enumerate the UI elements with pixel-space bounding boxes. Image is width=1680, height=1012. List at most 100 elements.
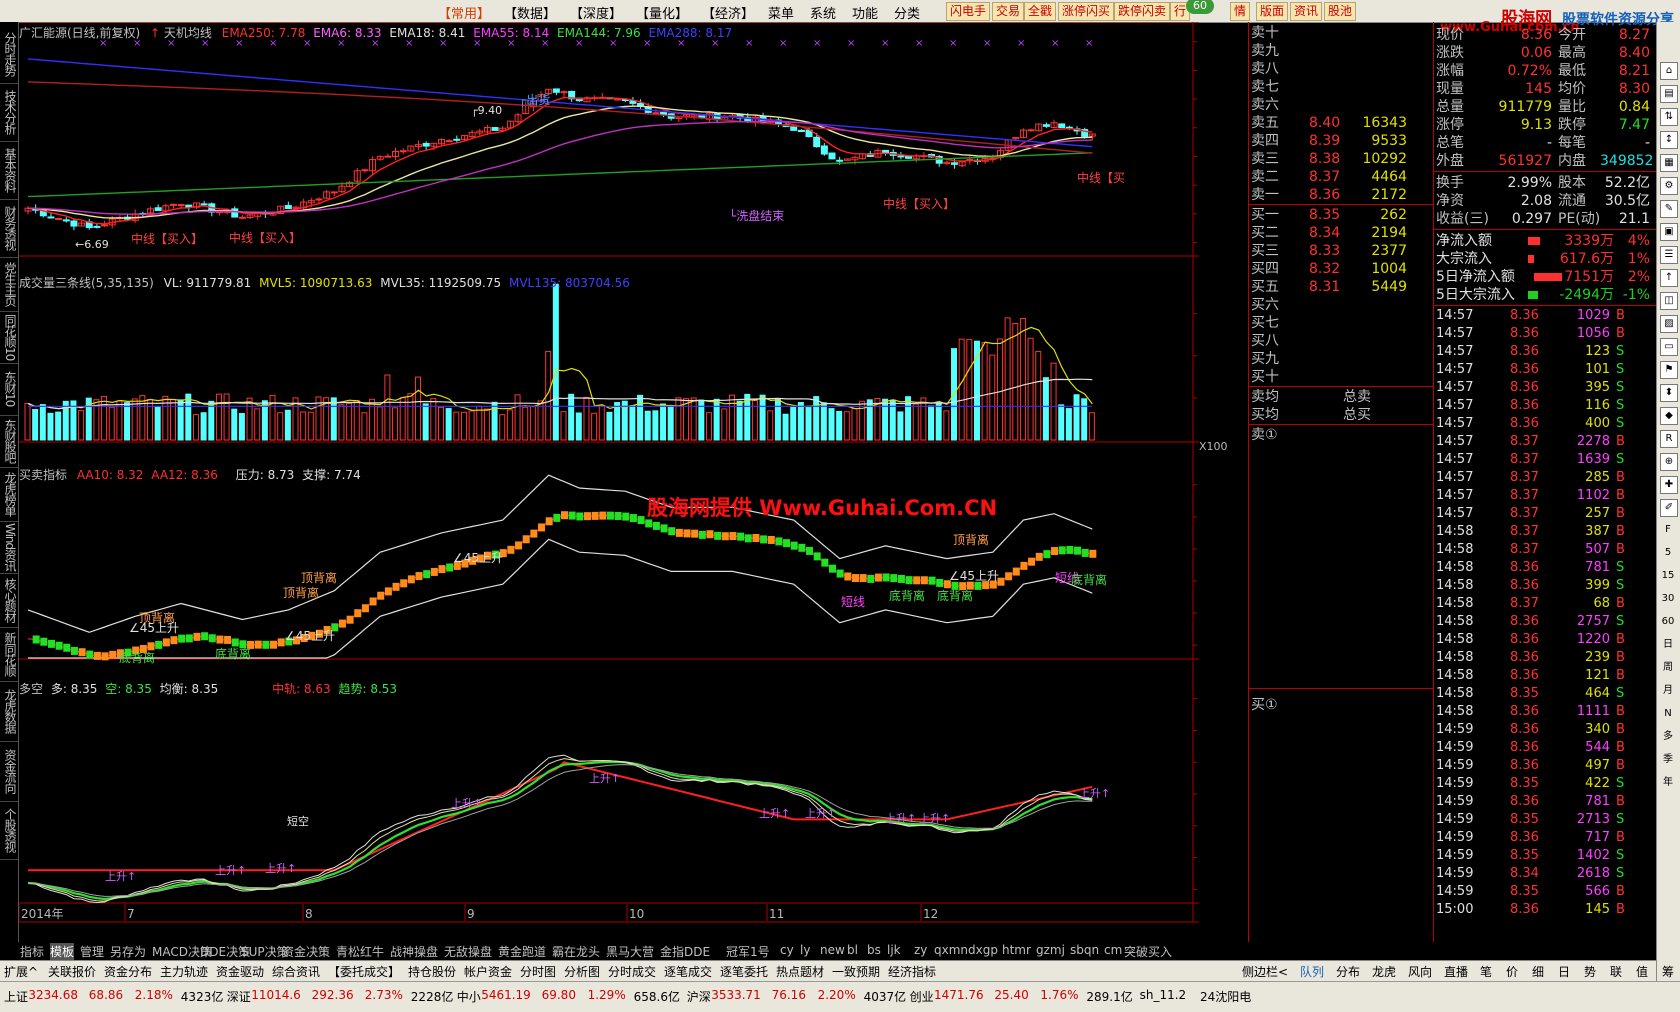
- fund-flow-row[interactable]: 大宗流入 617.6万 1%: [1436, 250, 1654, 268]
- limit-up-buy-button[interactable]: 涨停闪买: [1058, 2, 1115, 21]
- menu-economy[interactable]: 【经济】: [702, 3, 754, 22]
- board-button[interactable]: 情: [1230, 2, 1251, 21]
- indicator-tab-24[interactable]: dxgp: [968, 943, 998, 957]
- indicator-tab-22[interactable]: zy: [914, 943, 927, 957]
- left-tab-7[interactable]: 东财股吧: [1, 416, 17, 466]
- indicator-tab-26[interactable]: gzmj: [1036, 943, 1065, 957]
- left-tab-4[interactable]: 党生主页: [1, 258, 17, 310]
- list-icon[interactable]: ▤: [1660, 85, 1678, 103]
- table-icon[interactable]: ▨: [1660, 315, 1678, 333]
- grid-icon[interactable]: ▦: [1660, 154, 1678, 172]
- indicator-tab-25[interactable]: htmr: [1002, 943, 1031, 957]
- longshort-indicator-name[interactable]: 多空: [19, 682, 43, 696]
- left-tab-6[interactable]: 东财10: [1, 364, 17, 414]
- indicator-tab-10[interactable]: 无敌操盘: [444, 943, 492, 960]
- fund-flow-row[interactable]: 5日大宗流入 -2494万 -1%: [1436, 286, 1654, 304]
- zoom-icon[interactable]: ⊕: [1660, 453, 1678, 471]
- layout-button[interactable]: 版面: [1256, 2, 1289, 21]
- indicator-tab-28[interactable]: cm: [1104, 943, 1122, 957]
- ask-level-7[interactable]: 卖七: [1251, 78, 1431, 96]
- right-tab-11[interactable]: 联: [1610, 963, 1622, 980]
- day-icon[interactable]: 日: [1660, 637, 1676, 653]
- ask-level-2[interactable]: 卖二 8.37 4464: [1251, 168, 1431, 186]
- right-tab-7[interactable]: 价: [1506, 963, 1518, 980]
- volume-indicator-name[interactable]: 成交量三条线(5,35,135): [19, 276, 154, 290]
- up-icon[interactable]: ↑: [1660, 269, 1678, 287]
- quarter-icon[interactable]: 季: [1660, 752, 1676, 768]
- right-tab-8[interactable]: 细: [1532, 963, 1544, 980]
- indicator-tab-21[interactable]: ljk: [887, 943, 901, 957]
- bid-level-3[interactable]: 买三 8.33 2377: [1251, 242, 1431, 260]
- menu-icon[interactable]: ☰: [1660, 246, 1678, 264]
- sort-icon[interactable]: ⇅: [1660, 108, 1678, 126]
- indicator-tab-9[interactable]: 战神操盘: [390, 943, 438, 960]
- function-tab-14[interactable]: 热点题材: [776, 963, 824, 980]
- indicator-tab-15[interactable]: 冠军1号: [726, 943, 770, 960]
- min30-icon[interactable]: 30: [1660, 591, 1676, 607]
- rsi-icon[interactable]: R: [1660, 430, 1678, 448]
- left-tab-0[interactable]: 分时走势: [1, 26, 17, 82]
- function-tab-4[interactable]: 资金驱动: [216, 963, 264, 980]
- bid-level-5[interactable]: 买五 8.31 5449: [1251, 278, 1431, 296]
- function-tab-0[interactable]: 扩展^: [4, 963, 38, 980]
- indicator-tab-20[interactable]: bs: [867, 943, 881, 957]
- left-tab-10[interactable]: 核心题材: [1, 574, 17, 626]
- function-tab-5[interactable]: 综合资讯: [272, 963, 320, 980]
- right-tab-6[interactable]: 笔: [1480, 963, 1492, 980]
- news-button[interactable]: 资讯: [1290, 2, 1323, 21]
- indicator-tab-12[interactable]: 霸在龙头: [552, 943, 600, 960]
- window-icon[interactable]: ▣: [1660, 223, 1678, 241]
- trade-button[interactable]: 交易: [992, 2, 1025, 21]
- indicator-tab-11[interactable]: 黄金跑道: [498, 943, 546, 960]
- menu-category[interactable]: 分类: [894, 3, 920, 22]
- function-tab-13[interactable]: 逐笔委托: [720, 963, 768, 980]
- full-button[interactable]: 全戳: [1024, 2, 1057, 21]
- indicator-tab-7[interactable]: 资金决策: [282, 943, 330, 960]
- right-tab-10[interactable]: 势: [1584, 963, 1596, 980]
- indicator-tab-3[interactable]: 另存为: [110, 943, 146, 960]
- indicator-tab-13[interactable]: 黑马大营: [606, 943, 654, 960]
- ask-level-5[interactable]: 卖五 8.40 16343: [1251, 114, 1431, 132]
- move-icon[interactable]: ✚: [1660, 476, 1678, 494]
- left-tab-14[interactable]: 个股透视: [1, 802, 17, 858]
- right-tab-3[interactable]: 龙虎: [1372, 963, 1396, 980]
- fund-flow-row[interactable]: 5日净流入额 7151万 2%: [1436, 268, 1654, 286]
- split-icon[interactable]: ◫: [1660, 292, 1678, 310]
- bid-level-1[interactable]: 买一 8.35 262: [1251, 206, 1431, 224]
- flag-icon[interactable]: ⚑: [1660, 361, 1678, 379]
- menu-menu[interactable]: 菜单: [768, 3, 794, 22]
- bid-level-7[interactable]: 买七: [1251, 314, 1431, 332]
- left-tab-8[interactable]: 龙虎榜单: [1, 468, 17, 520]
- menu-depth[interactable]: 【深度】: [570, 3, 622, 22]
- function-tab-6[interactable]: 【委托成交】: [328, 963, 400, 980]
- indicator-tab-27[interactable]: sbqn: [1070, 943, 1099, 957]
- edit-icon[interactable]: ✎: [1660, 200, 1678, 218]
- right-tab-13[interactable]: 筹: [1662, 963, 1674, 980]
- left-tab-1[interactable]: 技术分析: [1, 84, 17, 140]
- right-tab-1[interactable]: 队列: [1300, 963, 1324, 980]
- indicator-name[interactable]: 天机均线: [164, 26, 212, 40]
- function-tab-15[interactable]: 一致预期: [832, 963, 880, 980]
- settings-icon[interactable]: ⚙: [1660, 177, 1678, 195]
- min15-icon[interactable]: 15: [1660, 568, 1676, 584]
- f10-icon[interactable]: F: [1660, 522, 1676, 538]
- indicator-tab-1[interactable]: 模板: [50, 943, 75, 960]
- panel-icon[interactable]: ▭: [1660, 338, 1678, 356]
- ask-level-10[interactable]: 卖十: [1251, 24, 1431, 42]
- bid-level-10[interactable]: 买十: [1251, 368, 1431, 386]
- ask-level-4[interactable]: 卖四 8.39 9533: [1251, 132, 1431, 150]
- left-tab-2[interactable]: 基本资料: [1, 142, 17, 198]
- menu-common[interactable]: 【常用】: [438, 3, 490, 22]
- ask-queue-row[interactable]: 卖①: [1251, 426, 1431, 444]
- min60-icon[interactable]: 60: [1660, 614, 1676, 630]
- n-icon[interactable]: N: [1660, 706, 1676, 722]
- right-tab-5[interactable]: 直播: [1444, 963, 1468, 980]
- left-tab-3[interactable]: 财务透视: [1, 200, 17, 256]
- trade-indicator-name[interactable]: 买卖指标: [19, 468, 67, 482]
- right-tab-4[interactable]: 风向: [1408, 963, 1432, 980]
- week-icon[interactable]: 周: [1660, 660, 1676, 676]
- function-tab-9[interactable]: 分时图: [520, 963, 556, 980]
- left-tab-13[interactable]: 资金流向: [1, 742, 17, 800]
- function-tab-16[interactable]: 经济指标: [888, 963, 936, 980]
- function-tab-2[interactable]: 资金分布: [104, 963, 152, 980]
